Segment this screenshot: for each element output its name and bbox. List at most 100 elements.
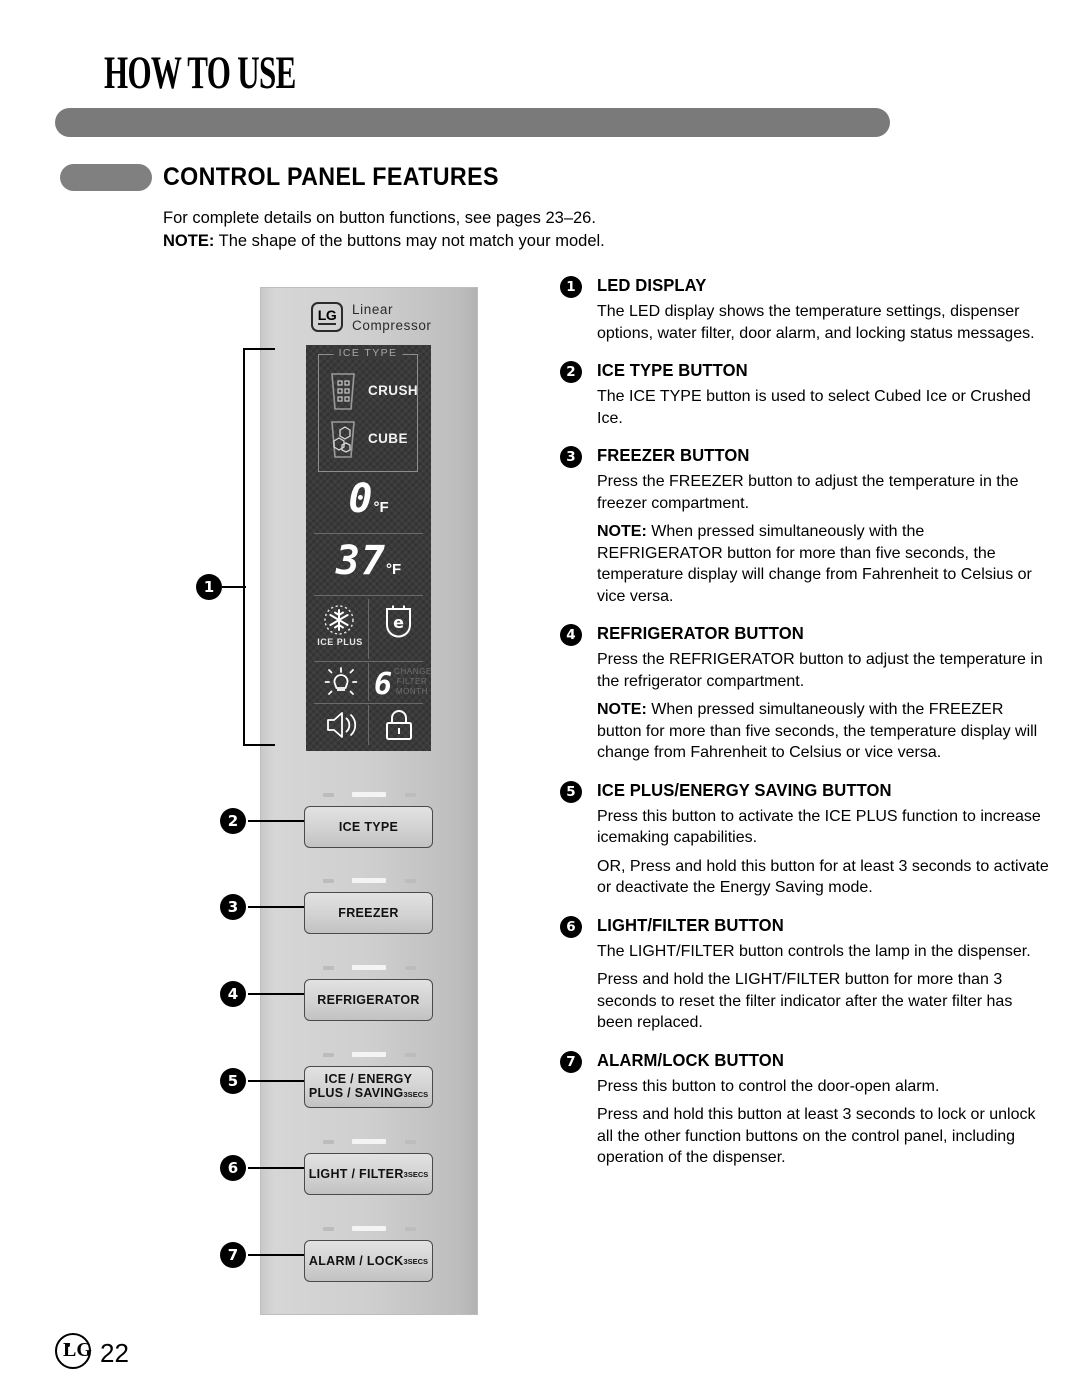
feature-item-6: 6 LIGHT/FILTER BUTTON The LIGHT/FILTER but… xyxy=(560,915,1050,1034)
freezer-temperature-readout: 0°F xyxy=(306,479,431,519)
feature-title-2: ICE TYPE BUTTON xyxy=(597,360,748,380)
panel-button-freezer[interactable]: FREEZER xyxy=(304,892,433,934)
feature-paragraph: Press and hold this button at least 3 se… xyxy=(597,1104,1050,1169)
callout-marker-2: 2 xyxy=(220,808,246,834)
feature-item-7: 7 ALARM/LOCK BUTTON Press this button to c… xyxy=(560,1050,1050,1169)
feature-item-1: 1 LED DISPLAY The LED display shows the te… xyxy=(560,275,1050,344)
panel-button-ice-type[interactable]: ICE TYPE xyxy=(304,806,433,848)
feature-title-7: ALARM/LOCK BUTTON xyxy=(597,1049,784,1070)
feature-paragraph: Press this button to control the door-op… xyxy=(597,1076,1050,1098)
led-divider-4 xyxy=(314,703,423,704)
panel-button-alarm-lock[interactable]: ALARM / LOCK 3SECS xyxy=(304,1240,433,1282)
callout-marker-7: 7 xyxy=(220,1242,246,1268)
panel-button-light-filter[interactable]: LIGHT / FILTER 3SECS xyxy=(304,1153,433,1195)
callout-5-leader xyxy=(248,1080,304,1082)
button-led-side-right-2 xyxy=(405,879,416,883)
button-led-indicator-4 xyxy=(352,1052,386,1057)
feature-item-4: 4 REFRIGERATOR BUTTON Press the REFRIGERAT… xyxy=(560,623,1050,764)
change-filter-line-1: CHANGE xyxy=(394,667,432,676)
intro-line-1: For complete details on button functions… xyxy=(163,209,596,227)
door-alarm-speaker-icon xyxy=(324,708,360,747)
feature-title-3: FREEZER BUTTON xyxy=(597,445,750,465)
panel-button-ice-plus-energy-saving[interactable]: ICE / ENERGY PLUS / SAVING3SECS xyxy=(304,1066,433,1108)
crush-option-label: CRUSH xyxy=(368,383,419,398)
feature-body-7: Press this button to control the door-op… xyxy=(597,1076,1050,1169)
led-divider-3 xyxy=(314,661,423,662)
filter-month-readout: 6 xyxy=(374,665,393,705)
button-led-indicator-5 xyxy=(352,1139,386,1144)
callout-3-leader xyxy=(248,906,304,908)
paragraph-text: Press and hold this button at least 3 se… xyxy=(597,1106,1036,1166)
freezer-temp-unit: °F xyxy=(373,499,389,516)
callout-marker-1: 1 xyxy=(196,574,222,600)
intro-text: For complete details on button functions… xyxy=(163,207,683,253)
feature-number-1: 1 xyxy=(560,276,582,298)
feature-descriptions: 1 LED DISPLAY The LED display shows the te… xyxy=(560,275,1050,1185)
brand-line-1: Linear xyxy=(352,302,394,317)
lg-logo-text: LG xyxy=(63,1339,92,1361)
panel-button-ice-plus-secs: 3SECS xyxy=(403,1090,429,1099)
feature-paragraph: The LIGHT/FILTER button controls the lam… xyxy=(597,941,1050,963)
page-number: 22 xyxy=(100,1338,129,1368)
button-led-side-left-2 xyxy=(323,879,334,883)
panel-button-alarm-lock-secs: 3SECS xyxy=(403,1256,429,1266)
feature-item-5: 5 ICE PLUS/ENERGY SAVING BUTTON Press this… xyxy=(560,780,1050,899)
button-led-side-left-4 xyxy=(323,1053,334,1057)
feature-paragraph: Press and hold the LIGHT/FILTER button f… xyxy=(597,969,1050,1034)
callout-4-leader xyxy=(248,993,304,995)
feature-body-1: The LED display shows the temperature se… xyxy=(597,301,1050,344)
energy-saving-plug-icon: e xyxy=(382,605,415,646)
feature-item-2: 2 ICE TYPE BUTTON The ICE TYPE button is u… xyxy=(560,360,1050,429)
paragraph-text: The ICE TYPE button is used to select Cu… xyxy=(597,388,1031,427)
button-led-side-right-6 xyxy=(405,1227,416,1231)
paragraph-text: The LIGHT/FILTER button controls the lam… xyxy=(597,942,1031,960)
feature-title-1: LED DISPLAY xyxy=(597,275,707,295)
feature-number-7: 7 xyxy=(560,1050,582,1073)
feature-title-4: REFRIGERATOR BUTTON xyxy=(597,623,804,643)
ice-type-group-label: ICE TYPE xyxy=(333,347,403,359)
feature-body-2: The ICE TYPE button is used to select Cu… xyxy=(597,386,1050,429)
fridge-temp-unit: °F xyxy=(386,561,402,578)
led-vdivider-1 xyxy=(368,599,369,659)
crushed-ice-glass-icon xyxy=(328,371,358,413)
panel-button-freezer-label: FREEZER xyxy=(338,906,399,920)
feature-paragraph: Press this button to activate the ICE PL… xyxy=(597,806,1050,849)
paragraph-text: Press the REFRIGERATOR button to adjust … xyxy=(597,651,1043,690)
paragraph-text: Press and hold the LIGHT/FILTER button f… xyxy=(597,971,1013,1031)
button-led-indicator-6 xyxy=(352,1226,386,1231)
ice-plus-indicator-label: ICE PLUS xyxy=(317,637,363,647)
led-vdivider-2 xyxy=(368,663,369,701)
feature-paragraph: OR, Press and hold this button for at le… xyxy=(597,856,1050,899)
led-divider-1 xyxy=(314,533,423,534)
button-led-side-left-6 xyxy=(323,1227,334,1231)
led-divider-2 xyxy=(314,595,423,596)
freezer-temp-value: 0 xyxy=(348,476,374,522)
feature-paragraph: Press the FREEZER button to adjust the t… xyxy=(597,471,1050,514)
button-led-indicator-3 xyxy=(352,965,386,970)
intro-line-2: NOTE: The shape of the buttons may not m… xyxy=(163,230,683,253)
callout-1-leader xyxy=(222,586,246,588)
callout-marker-5: 5 xyxy=(220,1068,246,1094)
panel-button-refrigerator[interactable]: REFRIGERATOR xyxy=(304,979,433,1021)
header-rule-bar xyxy=(55,108,890,137)
change-filter-label: CHANGE FILTER MONTH xyxy=(394,667,432,697)
button-led-indicator-1 xyxy=(352,792,386,797)
button-led-side-right-3 xyxy=(405,966,416,970)
button-led-indicator-2 xyxy=(352,878,386,883)
button-led-side-left-1 xyxy=(323,793,334,797)
paragraph-text: Press the FREEZER button to adjust the t… xyxy=(597,473,1019,512)
brand-line-2: Compressor xyxy=(352,318,432,333)
callout-2-leader xyxy=(248,820,304,822)
refrigerator-temperature-readout: 37°F xyxy=(306,541,431,581)
lc-badge-text: LG xyxy=(317,307,337,325)
feature-body-5: Press this button to activate the ICE PL… xyxy=(597,806,1050,899)
section-title: CONTROL PANEL FEATURES xyxy=(163,163,499,191)
callout-marker-6: 6 xyxy=(220,1155,246,1181)
feature-title-5: ICE PLUS/ENERGY SAVING BUTTON xyxy=(597,779,892,800)
paragraph-text: When pressed simultaneously with the REF… xyxy=(597,523,1032,605)
led-display-screen: ICE TYPE CRUSH CUBE 0°F 37°F ICE PLUS e … xyxy=(306,345,431,751)
panel-button-alarm-lock-label: ALARM / LOCK xyxy=(308,1254,404,1268)
button-led-side-right-4 xyxy=(405,1053,416,1057)
button-led-side-right-5 xyxy=(405,1140,416,1144)
feature-paragraph: Press the REFRIGERATOR button to adjust … xyxy=(597,649,1050,692)
